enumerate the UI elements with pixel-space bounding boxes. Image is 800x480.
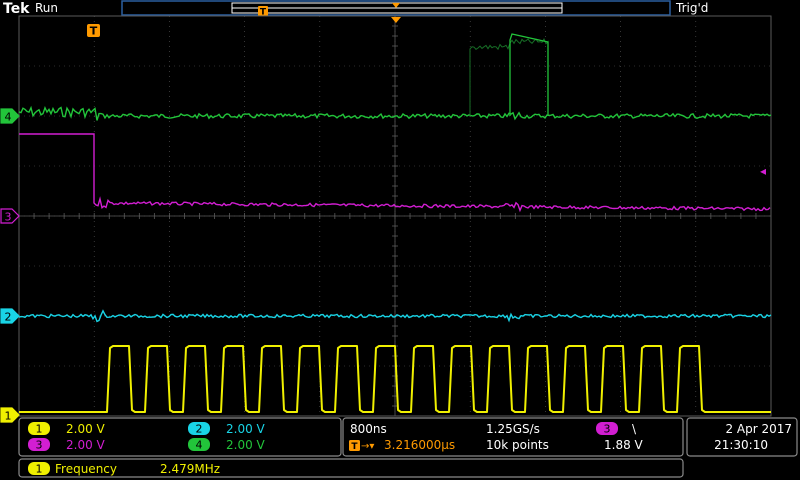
ch3-ground-marker-label: 3 (5, 211, 12, 224)
horizontal-scale[interactable]: 800ns (350, 422, 387, 436)
datetime-panel: 2 Apr 2017 21:30:10 (686, 417, 798, 457)
ch4-pulse-trace (509, 33, 549, 116)
timebase-panel: 800ns 1.25GS/s T →▾ 3.216000µs 10k point… (342, 417, 684, 457)
ch2-ground-marker-label: 2 (5, 311, 12, 324)
ch2-badge-label: 2 (196, 423, 203, 436)
ch2-scale[interactable]: 2.00 V (226, 422, 266, 436)
ch1-badge-label: 1 (36, 423, 43, 436)
ch4-badge-label: 4 (196, 439, 203, 452)
trigger-status: Trig'd (675, 1, 708, 15)
measurement-channel-badge-label: 1 (36, 463, 43, 476)
oscilloscope-screen: Tek Run T Trig'd T ◂ 4 3 2 1 1 2.00 V 3 2.0… (0, 0, 798, 478)
ch4-persistence-trace (469, 38, 549, 116)
record-length[interactable]: 10k points (486, 438, 549, 452)
sample-rate: 1.25GS/s (486, 422, 540, 436)
trigger-level-marker-icon[interactable]: ◂ (760, 164, 766, 178)
trigger-position-arrow-glyph-icon: →▾ (361, 441, 374, 452)
trigger-position[interactable]: 3.216000µs (384, 438, 455, 452)
channel-markers: 4 3 2 1 (0, 108, 20, 423)
measurement-panel: 1 Frequency 2.479MHz (18, 458, 684, 478)
trigger-level[interactable]: 1.88 V (604, 438, 644, 452)
measurement-value: 2.479MHz (160, 462, 220, 476)
trigger-position-t-label: T (351, 442, 358, 452)
date-display: 2 Apr 2017 (725, 422, 792, 436)
ch4-ground-marker-label: 4 (5, 111, 12, 124)
ch4-scale[interactable]: 2.00 V (226, 438, 266, 452)
trigger-source-badge-label: 3 (604, 423, 611, 436)
trigger-overview-marker (392, 3, 400, 8)
channel-scale-panel: 1 2.00 V 3 2.00 V 2 2.00 V 4 2.00 V (18, 417, 342, 457)
brand-logo: Tek (3, 1, 30, 17)
ch3-badge-label: 3 (36, 439, 43, 452)
run-state: Run (35, 1, 58, 15)
trigger-time-marker-label: T (90, 25, 98, 38)
trigger-position-arrow-icon[interactable] (391, 17, 401, 23)
ch3-trace (19, 133, 771, 213)
ch1-scale[interactable]: 2.00 V (66, 422, 106, 436)
time-display: 21:30:10 (714, 438, 768, 452)
ch1-ground-marker-label: 1 (5, 410, 12, 423)
measurement-label[interactable]: Frequency (55, 462, 117, 476)
ch3-scale[interactable]: 2.00 V (66, 438, 106, 452)
